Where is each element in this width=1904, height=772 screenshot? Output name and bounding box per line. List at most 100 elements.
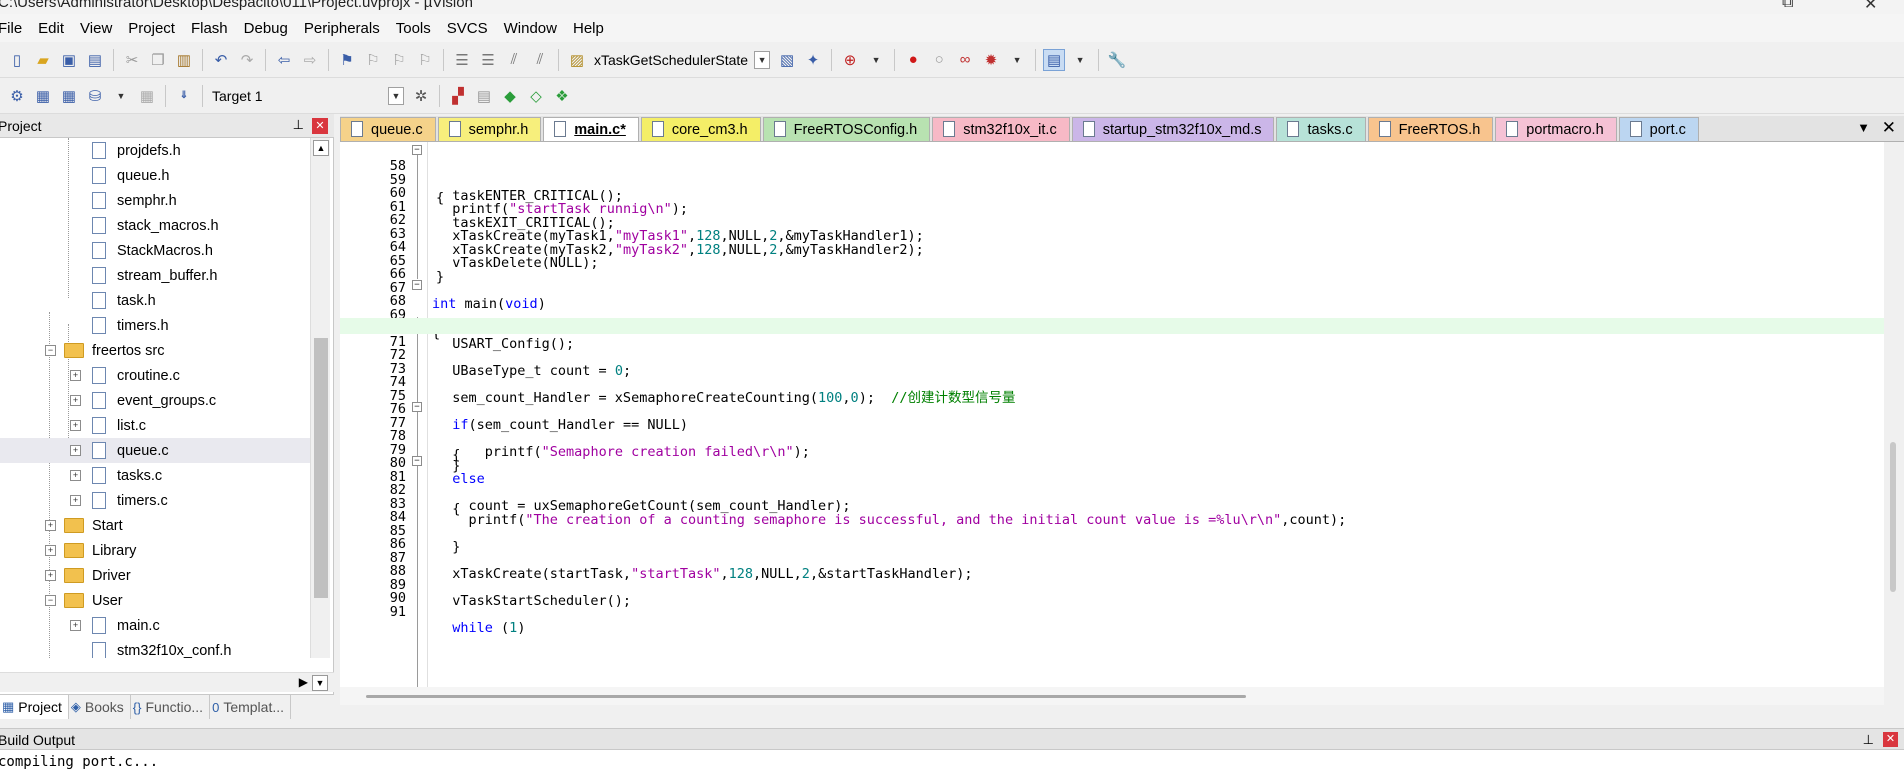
tree-item-event-groups-c[interactable]: + event_groups.c xyxy=(0,388,312,413)
tree-item-list-c[interactable]: + list.c xyxy=(0,413,312,438)
close-icon[interactable]: ✕ xyxy=(312,118,328,134)
build-icon[interactable]: ▦ xyxy=(32,85,54,107)
target-combo[interactable]: Target 1 ▼ xyxy=(208,84,408,108)
scrollbar-thumb[interactable] xyxy=(366,695,1246,698)
chevron-down-icon[interactable]: ▼ xyxy=(865,49,887,71)
menu-file[interactable]: File xyxy=(0,20,32,37)
stop-build-icon[interactable]: ▦ xyxy=(136,85,158,107)
new-file-icon[interactable]: ▯ xyxy=(6,49,28,71)
pin-icon[interactable]: ⊥ xyxy=(293,117,304,133)
tree-item-task-h[interactable]: task.h xyxy=(0,288,312,313)
editor-tab[interactable]: core_cm3.h xyxy=(640,117,761,141)
collapse-icon[interactable]: − xyxy=(45,345,56,356)
expand-icon[interactable]: + xyxy=(70,495,81,506)
tree-item-semphr-h[interactable]: semphr.h xyxy=(0,188,312,213)
collapse-icon[interactable]: − xyxy=(45,595,56,606)
redo-icon[interactable]: ↷ xyxy=(236,49,258,71)
tree-item-croutine-c[interactable]: + croutine.c xyxy=(0,363,312,388)
incremental-find-icon[interactable]: ✦ xyxy=(802,49,824,71)
tree-item-queue-c[interactable]: + queue.c xyxy=(0,438,312,463)
menu-view[interactable]: View xyxy=(80,20,122,37)
menu-tools[interactable]: Tools xyxy=(396,20,441,37)
menu-debug[interactable]: Debug xyxy=(244,20,298,37)
scrollbar-thumb[interactable] xyxy=(1890,442,1896,592)
tree-item-projdefs-h[interactable]: projdefs.h xyxy=(0,138,312,163)
tree-folder-driver[interactable]: + Driver xyxy=(0,563,312,588)
project-tree-vertical-scrollbar[interactable]: ▲ xyxy=(310,138,330,658)
open-folder-icon[interactable]: ▰ xyxy=(32,49,54,71)
fold-collapse-icon[interactable]: − xyxy=(412,455,422,466)
fold-collapse-icon[interactable]: − xyxy=(412,401,422,412)
editor-tab[interactable]: semphr.h xyxy=(437,117,542,141)
menu-project[interactable]: Project xyxy=(128,20,185,37)
tree-folder-user[interactable]: − User xyxy=(0,588,312,613)
target-options-icon[interactable]: ✲ xyxy=(410,85,432,107)
copy-icon[interactable]: ❐ xyxy=(147,49,169,71)
expand-icon[interactable]: + xyxy=(70,370,81,381)
expand-icon[interactable]: + xyxy=(70,470,81,481)
save-all-icon[interactable]: ▤ xyxy=(84,49,106,71)
menu-help[interactable]: Help xyxy=(573,20,614,37)
editor-tab[interactable]: startup_stm32f10x_md.s xyxy=(1071,117,1275,141)
prev-bookmark-icon[interactable]: ⚐ xyxy=(362,49,384,71)
fold-collapse-icon[interactable]: − xyxy=(412,145,422,155)
editor-tab[interactable]: queue.c xyxy=(340,117,436,141)
editor-horizontal-scrollbar[interactable] xyxy=(340,687,1884,705)
tree-item-stackmacros-h[interactable]: StackMacros.h xyxy=(0,238,312,263)
tree-item-tasks-c[interactable]: + tasks.c xyxy=(0,463,312,488)
paste-icon[interactable]: ▥ xyxy=(173,49,195,71)
close-icon[interactable]: ✕ xyxy=(1882,118,1896,138)
comment-icon[interactable]: ⫽ xyxy=(503,49,525,71)
editor-tab[interactable]: main.c* xyxy=(543,117,639,141)
editor-tab[interactable]: port.c xyxy=(1618,117,1699,141)
function-combo[interactable]: xTaskGetSchedulerState ▼ xyxy=(590,48,774,72)
tree-folder-library[interactable]: + Library xyxy=(0,538,312,563)
expand-icon[interactable]: + xyxy=(45,570,56,581)
cut-icon[interactable]: ✂ xyxy=(121,49,143,71)
next-bookmark-icon[interactable]: ⚐ xyxy=(388,49,410,71)
editor-tab[interactable]: portmacro.h xyxy=(1495,117,1617,141)
close-window-icon[interactable]: ✕ xyxy=(1864,0,1877,14)
select-packs-icon[interactable]: ◇ xyxy=(525,85,547,107)
tab-functions[interactable]: {} Functio... xyxy=(131,695,211,719)
tree-folder-start[interactable]: + Start xyxy=(0,513,312,538)
chevron-down-icon[interactable]: ▼ xyxy=(388,86,404,105)
tab-list-icon[interactable]: ▼ xyxy=(1857,120,1870,135)
project-tree-horizontal-scrollbar[interactable]: ▶ ▼ xyxy=(0,672,334,692)
configure-icon[interactable]: 🔧 xyxy=(1106,49,1128,71)
fold-collapse-icon[interactable]: − xyxy=(412,280,422,290)
menu-flash[interactable]: Flash xyxy=(191,20,238,37)
disable-all-breakpoints-icon[interactable]: ∞ xyxy=(954,49,976,71)
tree-item-stm32f10x-conf-h[interactable]: stm32f10x_conf.h xyxy=(0,638,312,658)
uncomment-icon[interactable]: ⫽ xyxy=(529,49,551,71)
expand-icon[interactable]: + xyxy=(70,395,81,406)
chevron-down-icon[interactable]: ▼ xyxy=(110,85,132,107)
editor-tab[interactable]: FreeRTOSConfig.h xyxy=(762,117,931,141)
editor-vertical-scrollbar[interactable] xyxy=(1884,142,1904,687)
chevron-down-icon[interactable]: ▼ xyxy=(754,50,771,69)
rebuild-icon[interactable]: ▦ xyxy=(58,85,80,107)
expand-icon[interactable]: + xyxy=(70,420,81,431)
batch-build-icon[interactable]: ⛁ xyxy=(84,85,106,107)
unindent-icon[interactable]: ☰ xyxy=(477,49,499,71)
navigate-back-icon[interactable]: ⇦ xyxy=(273,49,295,71)
editor-tab[interactable]: stm32f10x_it.c xyxy=(932,117,1070,141)
editor-tab[interactable]: tasks.c xyxy=(1276,117,1366,141)
disable-breakpoint-icon[interactable]: ○ xyxy=(928,49,950,71)
editor-tab[interactable]: FreeRTOS.h xyxy=(1367,117,1494,141)
indent-icon[interactable]: ☰ xyxy=(451,49,473,71)
scroll-up-icon[interactable]: ▲ xyxy=(313,140,329,156)
tab-templates[interactable]: 0 Templat... xyxy=(210,695,292,719)
run-time-environment-icon[interactable]: ❖ xyxy=(551,85,573,107)
kill-breakpoints-icon[interactable]: ✹ xyxy=(980,49,1002,71)
find-in-files-icon[interactable]: ▨ xyxy=(566,49,588,71)
tab-books[interactable]: ◈ Books xyxy=(69,695,131,719)
tree-item-stream-buffer-h[interactable]: stream_buffer.h xyxy=(0,263,312,288)
scroll-right-icon[interactable]: ▶ xyxy=(299,675,308,689)
translate-icon[interactable]: ⚙ xyxy=(6,85,28,107)
tree-item-queue-h[interactable]: queue.h xyxy=(0,163,312,188)
expand-icon[interactable]: + xyxy=(70,445,81,456)
close-icon[interactable]: ✕ xyxy=(1883,732,1898,747)
pack-installer-icon[interactable]: ◆ xyxy=(499,85,521,107)
navigate-forward-icon[interactable]: ⇨ xyxy=(299,49,321,71)
